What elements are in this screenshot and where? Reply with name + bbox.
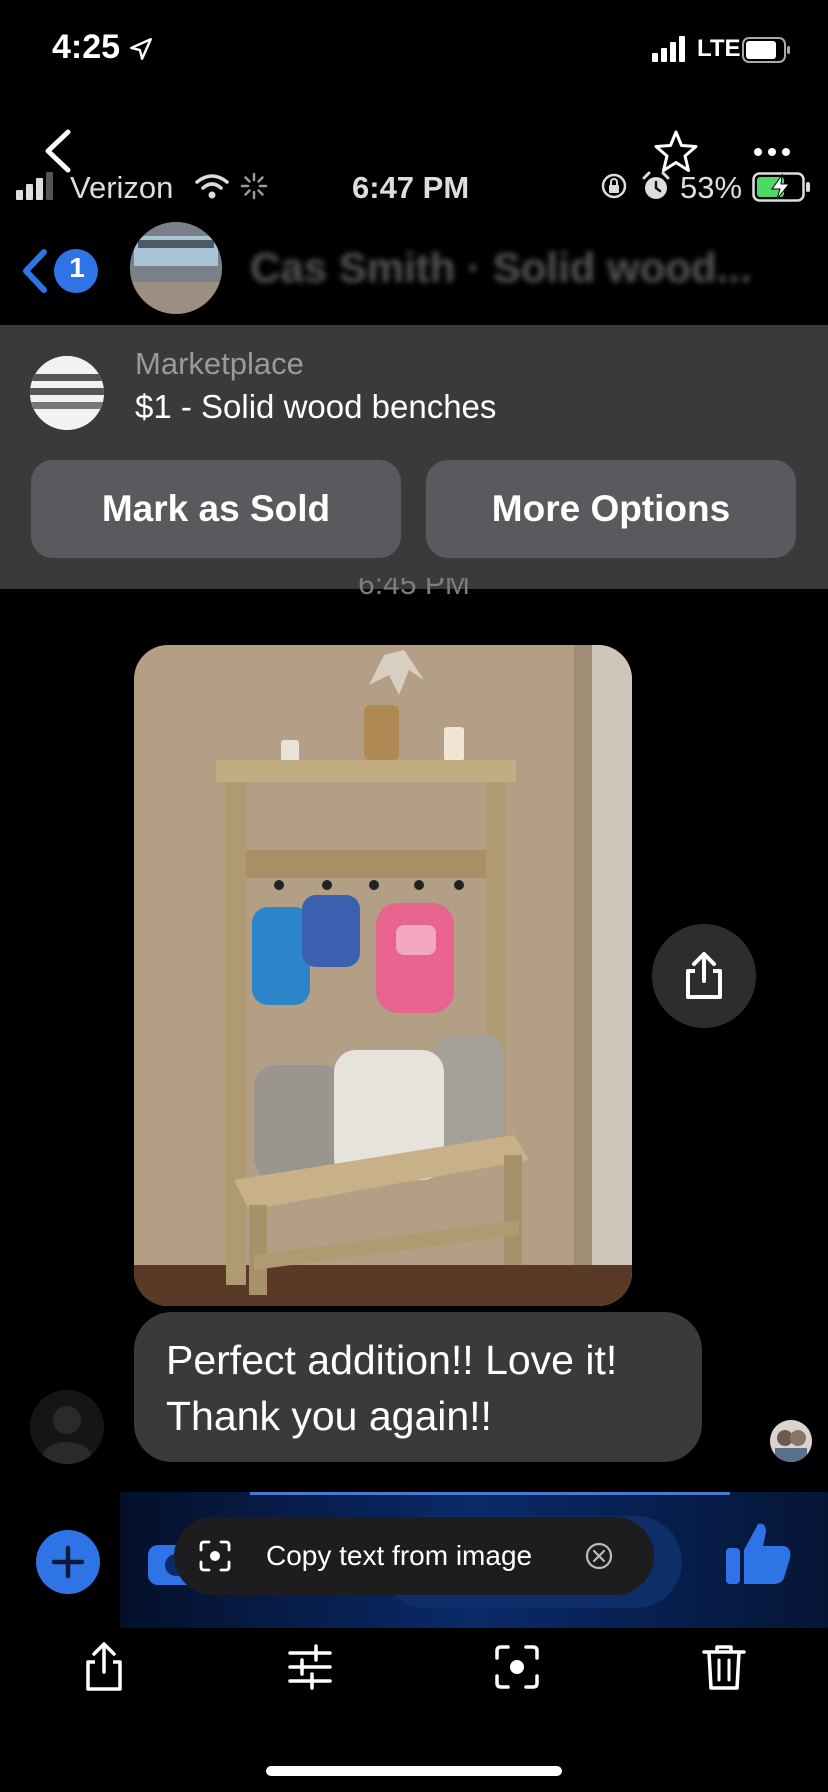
more-icon[interactable] — [752, 140, 792, 164]
back-arrow-icon — [23, 249, 98, 293]
charging-battery-icon — [752, 172, 810, 202]
thumbs-up-icon[interactable] — [724, 1518, 794, 1588]
mark-as-sold-button[interactable]: Mark as Sold — [31, 460, 401, 558]
share-icon — [686, 952, 722, 999]
plus-icon — [51, 1545, 85, 1579]
message-photo[interactable] — [134, 645, 632, 1306]
battery-icon — [742, 37, 790, 63]
conversation-title: Cas Smith · Solid wood... — [250, 244, 752, 291]
message-timestamp: 6:45 PM — [358, 578, 470, 598]
signal-icon — [16, 172, 53, 200]
battery-percent: 53% — [680, 170, 743, 205]
inner-status-time: 6:47 PM — [352, 170, 470, 205]
copy-text-toast[interactable]: Copy text from image — [174, 1517, 654, 1595]
trash-icon[interactable] — [700, 1642, 748, 1692]
bench-photo — [134, 645, 632, 1306]
home-indicator — [266, 1766, 562, 1776]
add-button[interactable] — [36, 1530, 100, 1594]
share-photo-button[interactable] — [652, 924, 756, 1028]
composer-divider — [250, 1492, 730, 1495]
wifi-icon — [195, 174, 229, 199]
carrier-name: Verizon — [70, 170, 174, 205]
read-receipt-avatar — [770, 1420, 812, 1462]
seller-avatar[interactable] — [130, 222, 222, 314]
more-options-button[interactable]: More Options — [426, 460, 796, 558]
status-time: 4:25 — [52, 28, 121, 66]
scan-text-icon — [199, 1540, 231, 1572]
unread-badge: 1 — [69, 252, 85, 283]
network-type: LTE — [697, 35, 741, 62]
scan-icon[interactable] — [493, 1642, 541, 1692]
alarm-icon — [642, 171, 670, 199]
conversation-back-button[interactable]: 1 — [20, 246, 100, 296]
signal-icon — [652, 36, 685, 62]
marketplace-label: Marketplace — [135, 346, 304, 381]
listing-thumbnail[interactable] — [30, 356, 104, 430]
message-text: Perfect addition!! Love it! Thank you ag… — [166, 1337, 618, 1439]
close-circle-icon[interactable] — [584, 1541, 614, 1571]
rotation-lock-icon — [601, 173, 627, 199]
spinner-icon — [240, 172, 268, 200]
sender-avatar[interactable] — [30, 1390, 104, 1464]
share-icon[interactable] — [80, 1642, 128, 1692]
adjust-icon[interactable] — [286, 1642, 334, 1692]
copy-text-label: Copy text from image — [266, 1540, 533, 1571]
location-arrow-icon — [130, 38, 152, 60]
back-chevron-icon[interactable] — [38, 126, 78, 176]
listing-title: $1 - Solid wood benches — [135, 388, 497, 425]
star-icon[interactable] — [652, 128, 700, 176]
